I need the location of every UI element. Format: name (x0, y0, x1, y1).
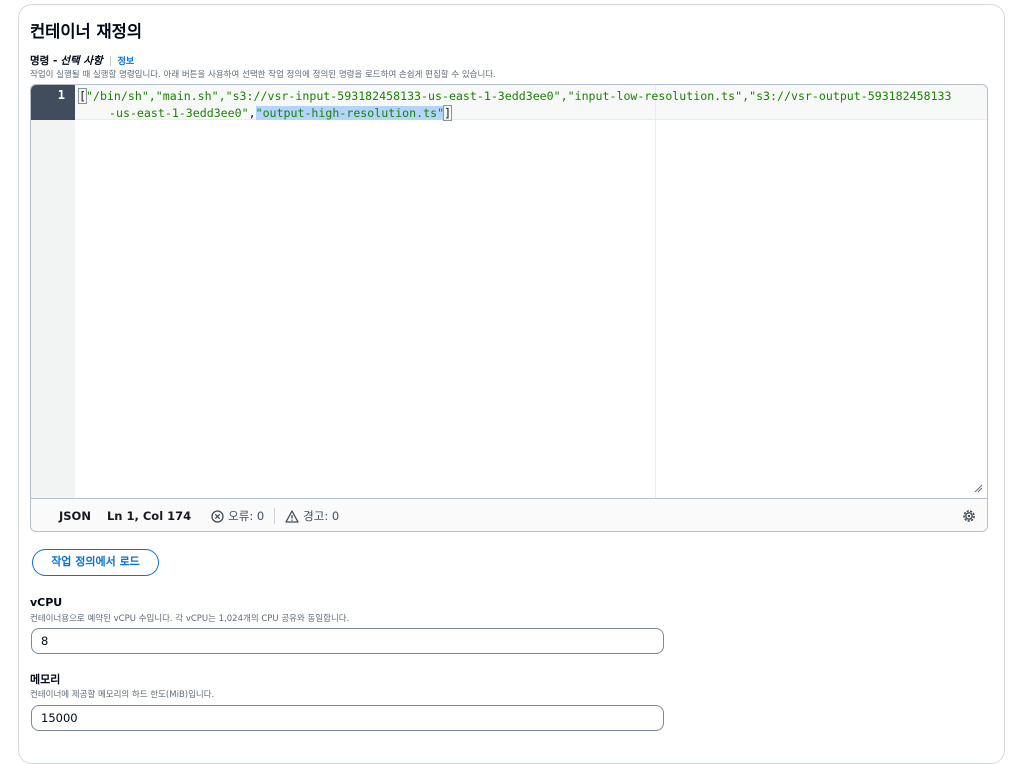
label-separator (109, 55, 111, 66)
line-number: 1 (57, 88, 65, 102)
command-description: 작업이 실행될 때 실행할 명령입니다. 아래 버튼을 사용하여 선택한 작업 … (30, 70, 496, 80)
status-separator (274, 508, 276, 524)
print-margin (655, 85, 656, 498)
vcpu-input[interactable]: 8 (31, 628, 664, 654)
close-bracket: ] (443, 105, 453, 121)
editor-status-bar: JSON Ln 1, Col 174 오류: 0 경고: 0 (31, 498, 987, 531)
info-link[interactable]: 정보 (118, 54, 135, 67)
command-label-row: 명령 - 선택 사항 정보 (30, 53, 134, 68)
error-count[interactable]: 오류: 0 (211, 508, 264, 524)
memory-label: 메모리 (30, 673, 61, 686)
load-from-job-definition-button[interactable]: 작업 정의에서 로드 (32, 549, 159, 576)
open-bracket: [ (78, 88, 87, 104)
cursor-position: Ln 1, Col 174 (106, 509, 192, 523)
memory-input[interactable]: 15000 (31, 705, 664, 731)
error-circle-icon (211, 509, 224, 523)
memory-description: 컨테이너에 제공할 메모리의 하드 한도(MiB)입니다. (30, 690, 215, 700)
gear-icon[interactable] (961, 508, 977, 524)
code-line-1-wrap: -us-east-1-3edd3ee0","output-high-resolu… (79, 105, 987, 122)
code-content[interactable]: ["/bin/sh","main.sh","s3://vsr-input-593… (78, 88, 987, 122)
vcpu-label: vCPU (30, 596, 63, 609)
selected-text: "output-high-resolution.ts" (255, 106, 445, 120)
command-optional-label: 선택 사항 (60, 55, 103, 67)
command-label: 명령 - (30, 55, 58, 67)
editor-gutter (31, 85, 75, 498)
warning-triangle-icon (285, 509, 299, 523)
resize-handle-icon[interactable] (973, 483, 983, 493)
warning-count[interactable]: 경고: 0 (285, 508, 339, 524)
code-line-1-text: "/bin/sh","main.sh","s3://vsr-input-5931… (85, 89, 952, 103)
vcpu-description: 컨테이너용으로 예약된 vCPU 수입니다. 각 vCPU는 1,024개의 C… (30, 614, 350, 624)
active-line-gutter: 1 (31, 85, 75, 120)
warning-count-text: 경고: 0 (303, 509, 340, 523)
code-line-2-text: -us-east-1-3edd3ee0" (109, 106, 249, 120)
error-count-text: 오류: 0 (228, 509, 265, 523)
language-indicator: JSON (59, 509, 91, 523)
code-comma: , (248, 106, 256, 120)
command-code-editor[interactable]: 1 ["/bin/sh","main.sh","s3://vsr-input-5… (30, 84, 988, 532)
section-title: 컨테이너 재정의 (30, 22, 143, 41)
code-line-1: ["/bin/sh","main.sh","s3://vsr-input-593… (78, 88, 987, 105)
